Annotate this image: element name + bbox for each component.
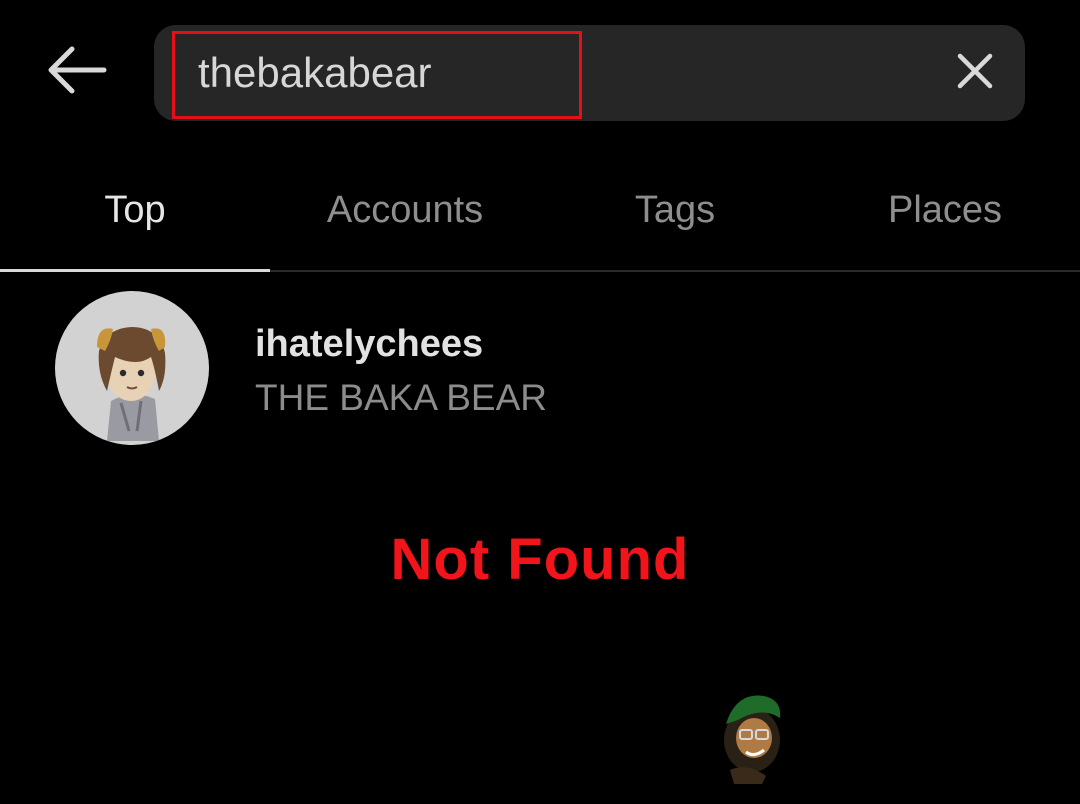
close-icon xyxy=(957,53,993,94)
tab-tags[interactable]: Tags xyxy=(540,150,810,270)
watermark-logo xyxy=(708,684,792,784)
tab-tags-label: Tags xyxy=(634,188,716,231)
not-found-annotation: Not Found xyxy=(390,527,690,592)
tab-places-label: Places xyxy=(887,188,1003,231)
tab-top-label: Top xyxy=(104,188,166,231)
avatar xyxy=(55,291,209,445)
cartoon-bear-avatar-icon xyxy=(97,327,166,441)
result-full-name: THE BAKA BEAR xyxy=(255,377,547,418)
tab-top[interactable]: Top xyxy=(0,150,270,272)
tab-places[interactable]: Places xyxy=(810,150,1080,270)
clear-search-button[interactable] xyxy=(955,53,995,93)
tab-accounts[interactable]: Accounts xyxy=(270,150,540,270)
search-bar xyxy=(154,25,1025,121)
result-username: ihatelychees xyxy=(255,323,484,365)
search-input[interactable] xyxy=(198,45,798,101)
back-button[interactable] xyxy=(40,40,112,104)
tab-accounts-label: Accounts xyxy=(326,188,484,231)
search-result-item[interactable]: ihatelychees THE BAKA BEAR xyxy=(0,285,1080,455)
search-tabs: Top Accounts Tags Places xyxy=(0,150,1080,272)
arrow-left-icon xyxy=(44,44,108,101)
